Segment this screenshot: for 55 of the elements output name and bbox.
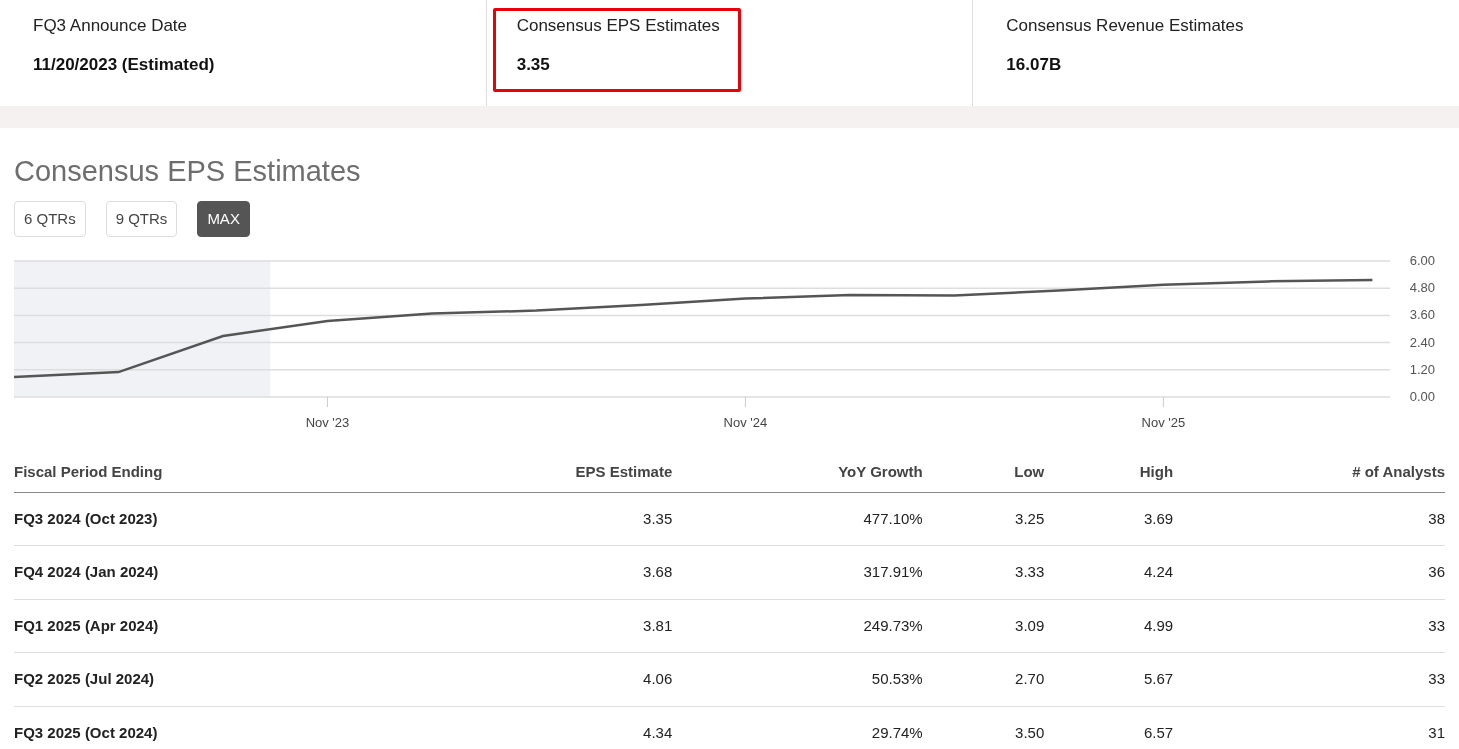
axis-label: 0.00 [1409, 389, 1435, 405]
table-cell: 3.69 [1044, 492, 1174, 546]
table-cell: 4.99 [1044, 599, 1174, 653]
range-button[interactable]: MAX [197, 200, 250, 238]
summary-label: FQ3 Announce Date [33, 15, 188, 37]
table-cell: FQ2 2025 (Jul 2024) [14, 652, 401, 707]
summary-value: 3.35 [516, 53, 550, 76]
table-cell: 3.25 [922, 492, 1045, 546]
table-cell: 2.70 [922, 652, 1045, 707]
table-cell: 249.73% [672, 599, 923, 653]
table-cell: 3.68 [400, 545, 673, 600]
table-cell: 3.09 [922, 599, 1045, 653]
section-title: Consensus EPS Estimates [14, 154, 361, 189]
table-cell: 317.91% [672, 545, 923, 600]
column-header: Low [922, 453, 1045, 493]
column-header: Fiscal Period Ending [14, 453, 401, 493]
axis-label: 1.20 [1409, 362, 1435, 378]
table-cell: 6.57 [1044, 706, 1174, 749]
table-cell: 4.06 [400, 652, 673, 707]
table-cell: 477.10% [672, 492, 923, 546]
column-header: High [1044, 453, 1174, 493]
axis-label: 2.40 [1409, 334, 1435, 350]
table-cell: 33 [1173, 652, 1445, 707]
range-button[interactable]: 9 QTRs [105, 200, 178, 238]
table-cell: 31 [1173, 706, 1445, 749]
table-cell: 3.35 [400, 492, 673, 546]
table-cell: 29.74% [672, 706, 923, 749]
table-cell: FQ3 2024 (Oct 2023) [14, 492, 401, 546]
table-cell: 3.50 [922, 706, 1045, 749]
table-cell: FQ4 2024 (Jan 2024) [14, 545, 401, 600]
table-cell: 33 [1173, 599, 1445, 653]
axis-label: Nov '23 [305, 415, 350, 431]
summary-label: Consensus Revenue Estimates [1006, 15, 1244, 37]
summary-value: 11/20/2023 (Estimated) [33, 53, 215, 76]
table-cell: 3.81 [400, 599, 673, 653]
axis-label: 4.80 [1409, 280, 1435, 296]
table-cell: FQ1 2025 (Apr 2024) [14, 599, 401, 653]
table-cell: 4.34 [400, 706, 673, 749]
column-header: # of Analysts [1173, 453, 1445, 493]
column-header: EPS Estimate [400, 453, 673, 493]
table-cell: 36 [1173, 545, 1445, 600]
table-cell: FQ3 2025 (Oct 2024) [14, 706, 401, 749]
table-cell: 4.24 [1044, 545, 1174, 600]
axis-label: 3.60 [1409, 307, 1435, 323]
range-button[interactable]: 6 QTRs [14, 200, 86, 238]
table-cell: 38 [1173, 492, 1445, 546]
axis-label: Nov '24 [723, 415, 768, 431]
table-cell: 50.53% [672, 652, 923, 707]
summary-label: Consensus EPS Estimates [516, 15, 720, 37]
column-header: YoY Growth [672, 453, 923, 493]
table-cell: 3.33 [922, 545, 1045, 600]
axis-label: Nov '25 [1141, 415, 1186, 431]
axis-label: 6.00 [1409, 255, 1435, 269]
summary-value: 16.07B [1006, 53, 1062, 76]
table-cell: 5.67 [1044, 652, 1174, 707]
